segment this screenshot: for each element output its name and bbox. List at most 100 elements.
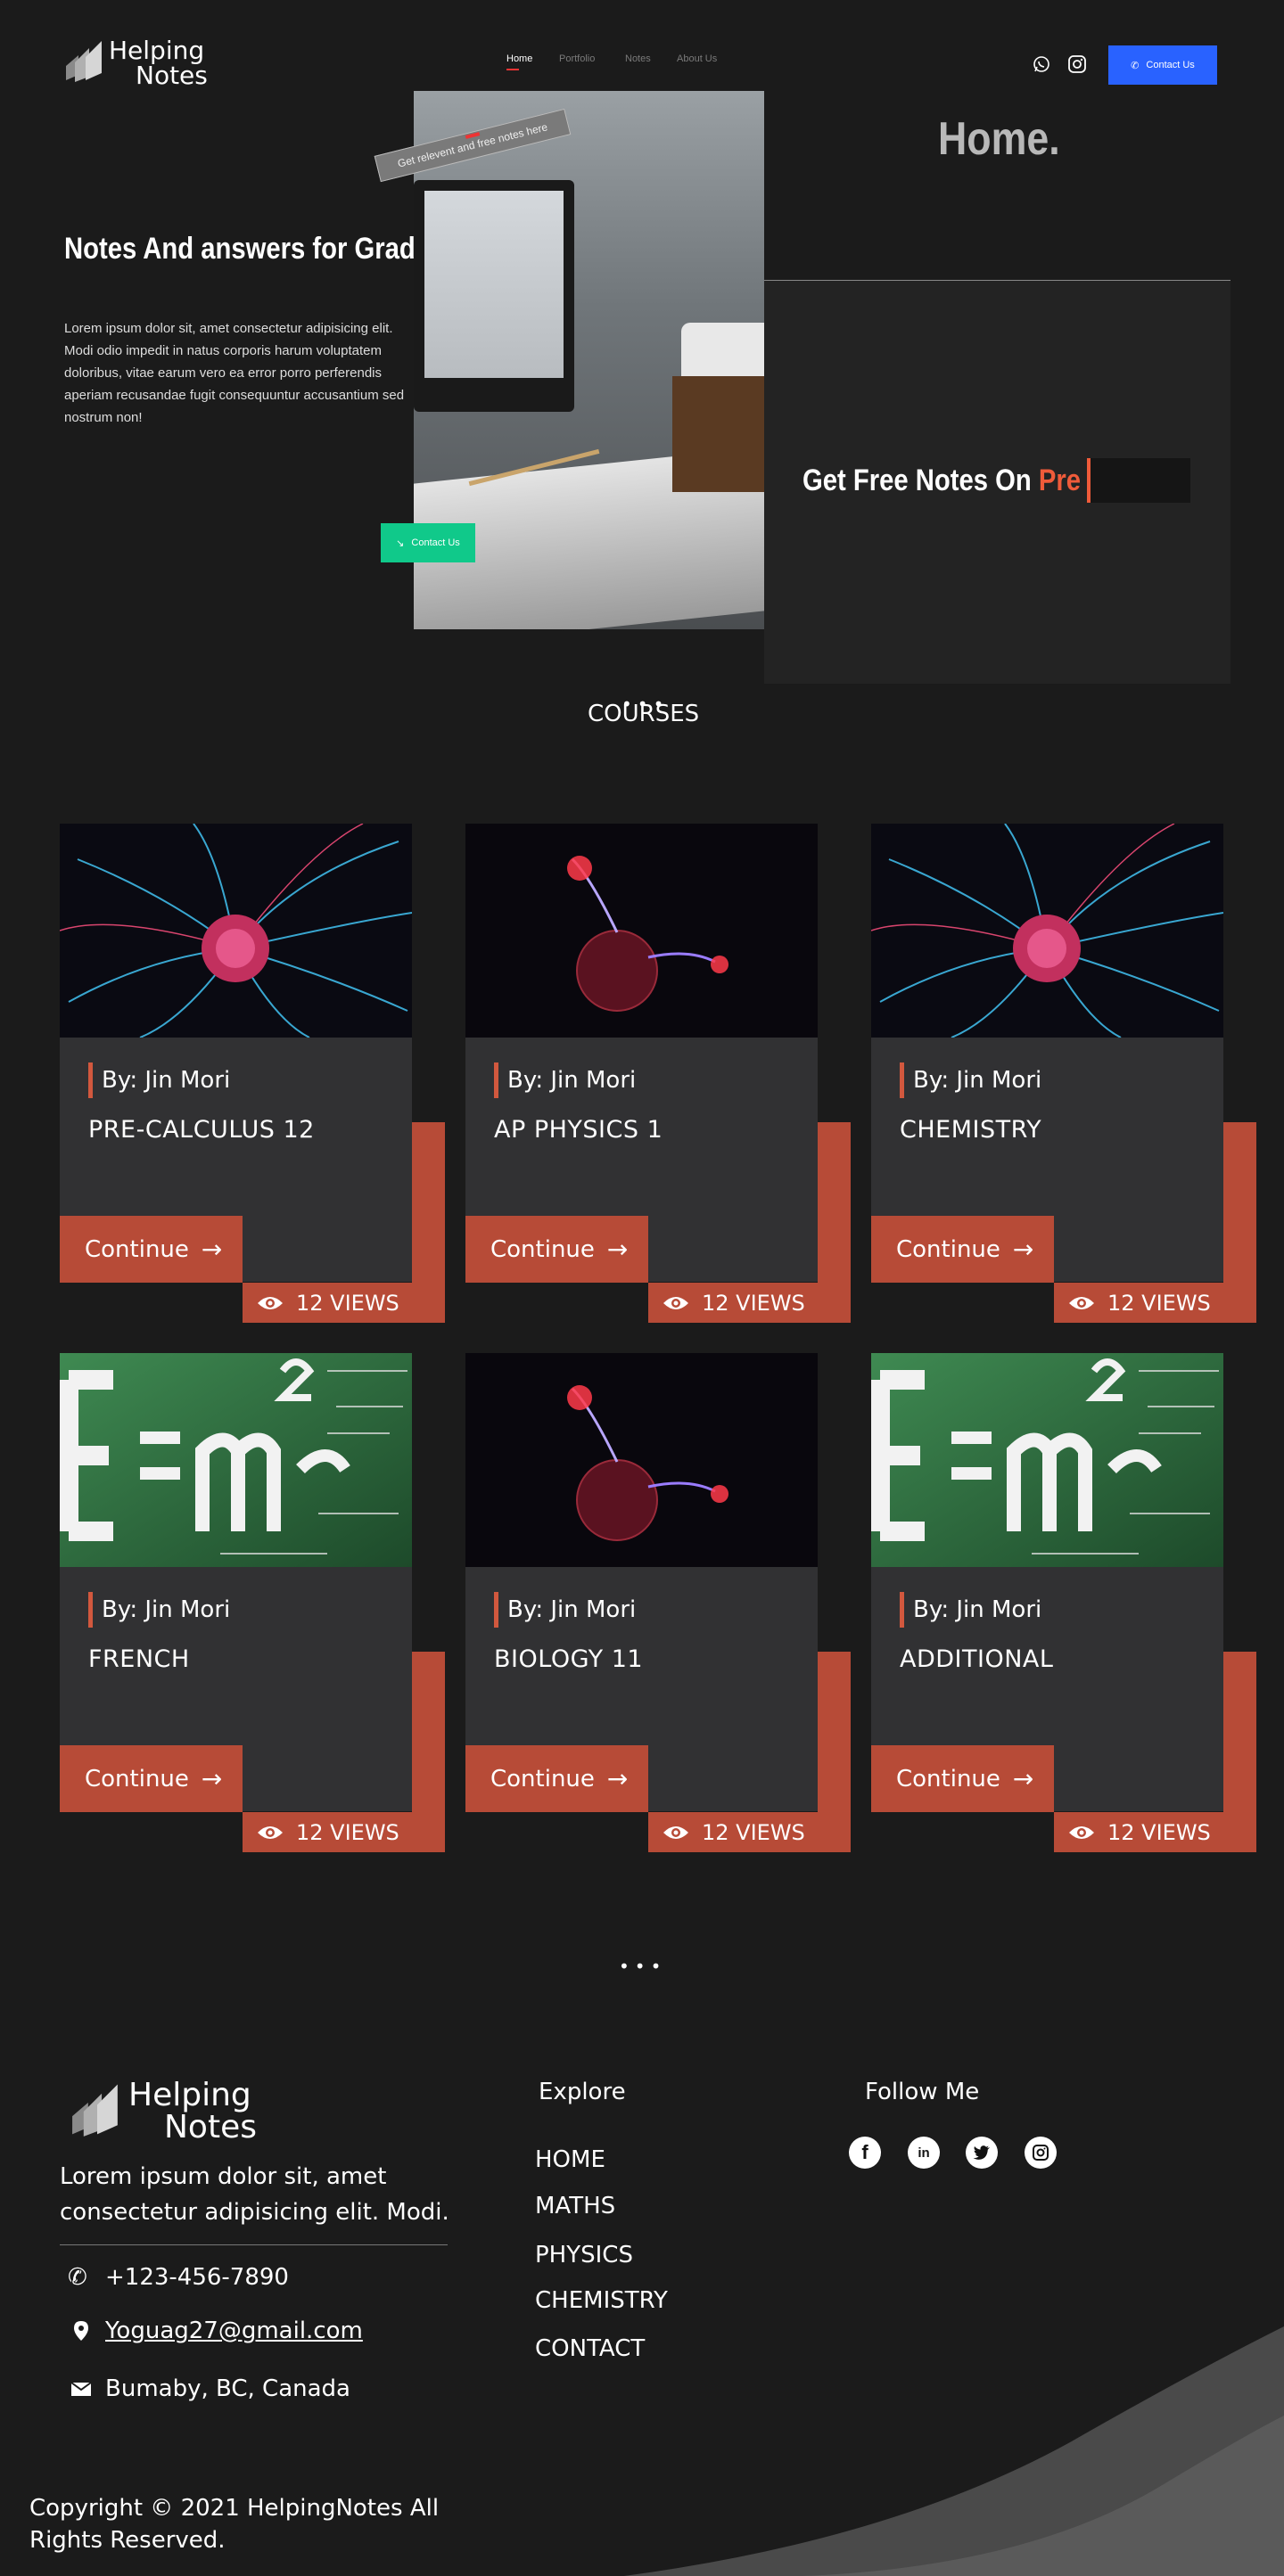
arrow-right-icon: →	[201, 1235, 223, 1264]
wood-tray	[672, 376, 764, 492]
arrow-right-icon: →	[606, 1235, 629, 1264]
contact-us-button[interactable]: ✆ Contact Us	[1108, 45, 1217, 85]
footer-phone-row: ✆ +123-456-7890	[68, 2264, 289, 2291]
course-author: By: Jin Mori	[900, 1592, 1041, 1628]
course-card: By: Jin Mori FRENCH Continue → 12 VIEWS	[60, 1353, 445, 1852]
course-title: CHEMISTRY	[900, 1116, 1042, 1144]
continue-button[interactable]: Continue →	[871, 1745, 1054, 1812]
facebook-icon[interactable]: f	[849, 2137, 881, 2169]
course-card: By: Jin Mori CHEMISTRY Continue → 12 VIE…	[871, 824, 1256, 1323]
eye-icon	[258, 1825, 283, 1839]
arrow-right-icon: →	[1012, 1235, 1034, 1264]
nav-portfolio[interactable]: Portfolio	[559, 53, 595, 64]
logo-mark-icon	[72, 2084, 118, 2137]
whatsapp-icon[interactable]	[1033, 55, 1050, 73]
arrow-right-icon: →	[1012, 1764, 1034, 1793]
footer-address-row: Bumaby, BC, Canada	[68, 2375, 350, 2402]
footer-link-contact[interactable]: CONTACT	[535, 2335, 645, 2362]
arrow-right-icon: →	[201, 1764, 223, 1793]
mail-icon	[70, 2382, 92, 2396]
continue-button[interactable]: Continue →	[871, 1216, 1054, 1283]
logo[interactable]: Helping Notes	[62, 36, 214, 91]
footer-logo-line-1: Helping	[128, 2077, 251, 2113]
continue-button[interactable]: Continue →	[60, 1745, 243, 1812]
continue-button[interactable]: Continue →	[465, 1745, 648, 1812]
eye-icon	[258, 1296, 283, 1309]
footer-link-maths[interactable]: MATHS	[535, 2193, 615, 2219]
typing-cursor-box	[1087, 458, 1190, 503]
header: Helping Notes Home Portfolio Notes About…	[0, 0, 1284, 98]
course-title: ADDITIONAL	[900, 1645, 1054, 1673]
arrow-right-icon: →	[606, 1764, 629, 1793]
contact-us-label: Contact Us	[1146, 60, 1195, 70]
footer-address: Bumaby, BC, Canada	[105, 2375, 350, 2402]
course-card: By: Jin Mori PRE-CALCULUS 12 Continue → …	[60, 824, 445, 1323]
footer-link-chemistry[interactable]: CHEMISTRY	[535, 2287, 668, 2314]
instagram-icon[interactable]	[1025, 2137, 1057, 2169]
views-badge: 12 VIEWS	[243, 1283, 445, 1323]
footer-divider	[60, 2244, 448, 2245]
eye-icon	[663, 1825, 688, 1839]
courses-heading: COURSES	[588, 701, 700, 727]
nav-home[interactable]: Home	[506, 53, 532, 64]
views-badge: 12 VIEWS	[648, 1812, 851, 1852]
footer-email-row: Yoguag27@gmail.com	[68, 2318, 363, 2344]
explore-heading: Explore	[539, 2079, 626, 2105]
course-image-bouncing-plasma	[465, 1353, 818, 1567]
course-card: By: Jin Mori BIOLOGY 11 Continue → 12 VI…	[465, 1353, 851, 1852]
course-author: By: Jin Mori	[88, 1592, 230, 1628]
footer-about: Lorem ipsum dolor sit, amet consectetur …	[60, 2163, 449, 2226]
linkedin-icon[interactable]: in	[908, 2137, 940, 2169]
continue-button[interactable]: Continue →	[60, 1216, 243, 1283]
hero-title: Notes And answers for Grade 11	[64, 232, 465, 266]
laptop-display	[424, 191, 564, 378]
course-title: AP PHYSICS 1	[494, 1116, 663, 1144]
hero-contact-button[interactable]: ↘ Contact Us	[381, 523, 475, 562]
views-badge: 12 VIEWS	[243, 1812, 445, 1852]
instagram-icon[interactable]	[1067, 54, 1087, 74]
logo-line-2: Notes	[136, 61, 208, 90]
hero-description: Lorem ipsum dolor sit, amet consectetur …	[64, 321, 405, 425]
continue-button[interactable]: Continue →	[465, 1216, 648, 1283]
footer-link-home[interactable]: HOME	[535, 2146, 605, 2173]
hero-contact-label: Contact Us	[411, 537, 460, 548]
course-image-emc2-chalkboard	[60, 1353, 412, 1567]
views-badge: 12 VIEWS	[1054, 1283, 1256, 1323]
course-author: By: Jin Mori	[88, 1062, 230, 1098]
course-title: PRE-CALCULUS 12	[88, 1116, 315, 1144]
twitter-icon[interactable]	[966, 2137, 998, 2169]
course-card: By: Jin Mori AP PHYSICS 1 Continue → 12 …	[465, 824, 851, 1323]
course-title: BIOLOGY 11	[494, 1645, 644, 1673]
views-badge: 12 VIEWS	[1054, 1812, 1256, 1852]
course-author: By: Jin Mori	[900, 1062, 1041, 1098]
copyright: Copyright © 2021 HelpingNotes All Rights…	[29, 2495, 440, 2554]
arrow-down-right-icon: ↘	[396, 537, 405, 549]
phone-icon: ✆	[68, 2264, 87, 2291]
course-author: By: Jin Mori	[494, 1592, 636, 1628]
footer-email[interactable]: Yoguag27@gmail.com	[105, 2318, 363, 2344]
views-badge: 12 VIEWS	[648, 1283, 851, 1323]
course-card: By: Jin Mori ADDITIONAL Continue → 12 VI…	[871, 1353, 1256, 1852]
course-image-bouncing-plasma	[465, 824, 818, 1038]
eye-icon	[1069, 1825, 1094, 1839]
nav-active-indicator	[506, 69, 519, 70]
free-notes-prefix: Get Free Notes On	[802, 464, 1032, 497]
location-pin-icon	[74, 2321, 88, 2341]
footer-phone: +123-456-7890	[105, 2264, 289, 2291]
free-notes-highlight: Pre	[1038, 464, 1082, 497]
eye-icon	[663, 1296, 688, 1309]
phone-icon: ✆	[1131, 60, 1140, 71]
footer-logo-line-2: Notes	[164, 2109, 257, 2145]
course-image-plasma-ball	[871, 824, 1223, 1038]
nav-notes[interactable]: Notes	[625, 53, 651, 64]
footer-link-physics[interactable]: PHYSICS	[535, 2242, 633, 2268]
logo-mark-icon	[66, 41, 102, 82]
nav-about-us[interactable]: About Us	[677, 53, 717, 64]
page-heading: Home.	[938, 113, 1060, 165]
follow-heading: Follow Me	[865, 2079, 980, 2105]
course-title: FRENCH	[88, 1645, 190, 1673]
section-divider-dots: •••	[619, 1956, 667, 1977]
footer-logo[interactable]: Helping Notes	[68, 2077, 264, 2148]
free-notes-heading: Get Free Notes On Pre	[802, 464, 1081, 498]
eye-icon	[1069, 1296, 1094, 1309]
